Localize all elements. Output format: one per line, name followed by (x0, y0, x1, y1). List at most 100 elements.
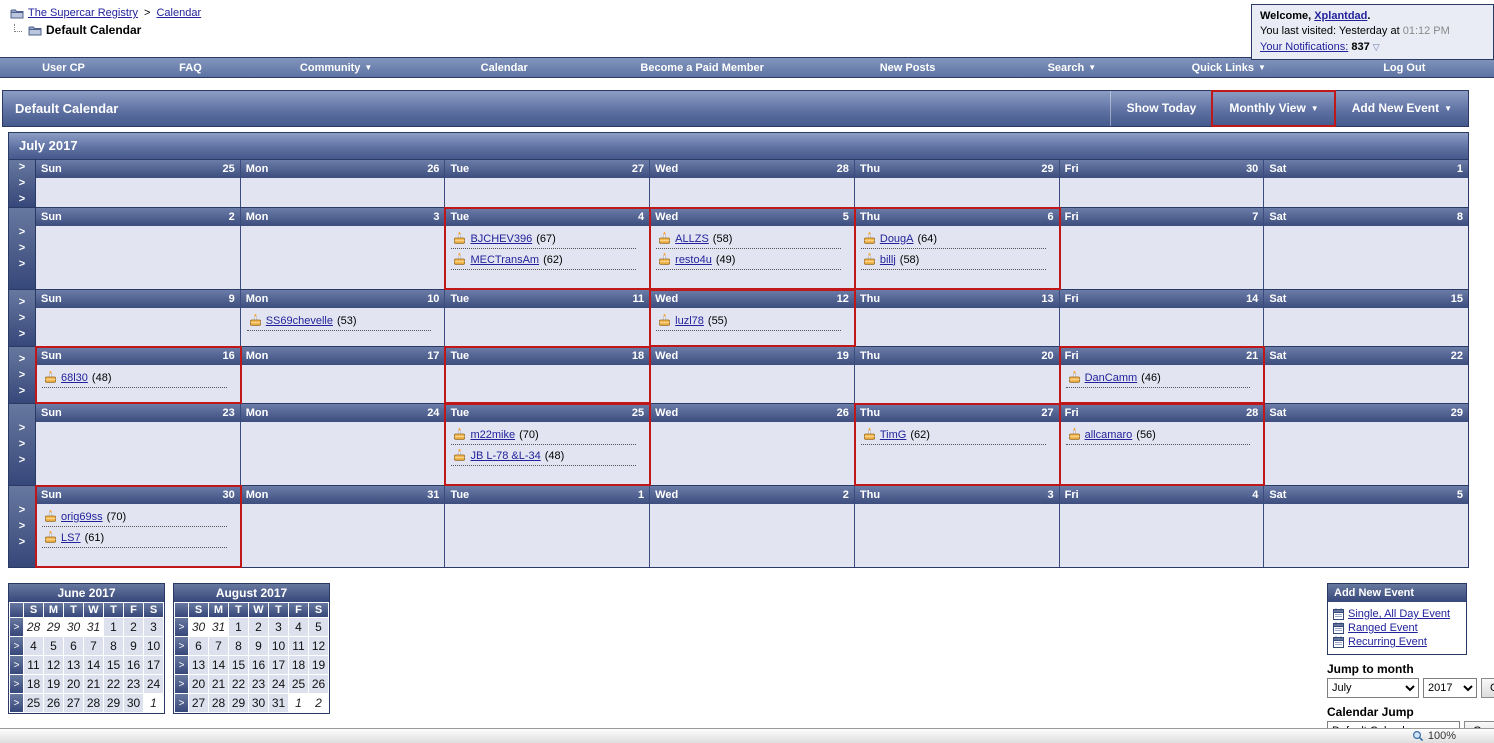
birthday-user-link[interactable]: luzl78 (675, 315, 704, 327)
nav-item-community[interactable]: Community▼ (254, 58, 418, 77)
day-cell-thu-27[interactable]: Thu27TimG(62) (855, 404, 1060, 485)
day-cell-sun-30[interactable]: Sun30orig69ss(70)LS7(61) (36, 486, 241, 567)
day-cell-sun-9[interactable]: Sun9 (36, 290, 241, 346)
day-cell-tue-1[interactable]: Tue1 (445, 486, 650, 567)
day-cell-thu-29[interactable]: Thu29 (855, 160, 1060, 207)
mini-week-view-link[interactable]: > (175, 694, 188, 712)
mini-week-view-link[interactable]: > (10, 637, 23, 655)
notifications-link[interactable]: Your Notifications: (1260, 41, 1348, 53)
day-cell-wed-28[interactable]: Wed28 (650, 160, 855, 207)
breadcrumb-root-link[interactable]: The Supercar Registry (28, 7, 138, 19)
birthday-user-link[interactable]: 68l30 (61, 372, 88, 384)
birthday-user-link[interactable]: orig69ss (61, 511, 103, 523)
day-cell-sun-2[interactable]: Sun2 (36, 208, 241, 289)
day-cell-fri-30[interactable]: Fri30 (1060, 160, 1265, 207)
monthly-view-button[interactable]: Monthly View▼ (1212, 91, 1334, 126)
mini-week-view-link[interactable]: > (10, 618, 23, 636)
week-view-link[interactable]: > (19, 521, 25, 532)
week-view-link[interactable]: > (19, 194, 25, 205)
day-cell-mon-3[interactable]: Mon3 (241, 208, 446, 289)
nav-item-log-out[interactable]: Log Out (1315, 58, 1494, 77)
day-cell-sun-23[interactable]: Sun23 (36, 404, 241, 485)
day-cell-fri-28[interactable]: Fri28allcamaro(56) (1060, 404, 1265, 485)
single-all-day-event-link[interactable]: Single, All Day Event (1348, 608, 1450, 620)
recurring-event-link[interactable]: Recurring Event (1348, 636, 1427, 648)
mini-week-view-link[interactable]: > (175, 618, 188, 636)
day-cell-tue-4[interactable]: Tue4BJCHEV396(67)MECTransAm(62) (445, 208, 650, 289)
day-cell-fri-7[interactable]: Fri7 (1060, 208, 1265, 289)
mini-week-view-link[interactable]: > (175, 675, 188, 693)
mini-calendar-title[interactable]: August 2017 (174, 584, 329, 602)
birthday-user-link[interactable]: MECTransAm (470, 254, 539, 266)
birthday-user-link[interactable]: SS69chevelle (266, 315, 333, 327)
birthday-user-link[interactable]: m22mike (470, 429, 515, 441)
week-view-link[interactable]: > (19, 537, 25, 548)
add-new-event-button[interactable]: Add New Event▼ (1335, 91, 1468, 126)
day-cell-sat-29[interactable]: Sat29 (1264, 404, 1468, 485)
week-view-link[interactable]: > (19, 354, 25, 365)
day-cell-wed-12[interactable]: Wed12luzl78(55) (650, 290, 855, 346)
day-cell-sun-25[interactable]: Sun25 (36, 160, 241, 207)
week-view-link[interactable]: > (19, 297, 25, 308)
day-cell-mon-10[interactable]: Mon10SS69chevelle(53) (241, 290, 446, 346)
week-view-link[interactable]: > (19, 178, 25, 189)
jump-year-select[interactable]: 2017 (1423, 678, 1477, 698)
week-view-link[interactable]: > (19, 455, 25, 466)
day-cell-fri-4[interactable]: Fri4 (1060, 486, 1265, 567)
birthday-user-link[interactable]: BJCHEV396 (470, 233, 532, 245)
week-view-link[interactable]: > (19, 439, 25, 450)
week-view-link[interactable]: > (19, 505, 25, 516)
mini-week-view-link[interactable]: > (175, 656, 188, 674)
day-cell-mon-31[interactable]: Mon31 (241, 486, 446, 567)
show-today-button[interactable]: Show Today (1110, 91, 1213, 126)
week-view-link[interactable]: > (19, 243, 25, 254)
nav-item-faq[interactable]: FAQ (127, 58, 254, 77)
nav-item-new-posts[interactable]: New Posts (814, 58, 1001, 77)
week-view-link[interactable]: > (19, 423, 25, 434)
day-cell-tue-27[interactable]: Tue27 (445, 160, 650, 207)
day-cell-tue-25[interactable]: Tue25m22mike(70)JB L-78 &L-34(48) (445, 404, 650, 485)
day-cell-thu-6[interactable]: Thu6DougA(64)billj(58) (855, 208, 1060, 289)
day-cell-sat-5[interactable]: Sat5 (1264, 486, 1468, 567)
day-cell-mon-26[interactable]: Mon26 (241, 160, 446, 207)
week-view-link[interactable]: > (19, 162, 25, 173)
day-cell-sun-16[interactable]: Sun1668l30(48) (36, 347, 241, 403)
day-cell-tue-18[interactable]: Tue18 (445, 347, 650, 403)
day-cell-thu-13[interactable]: Thu13 (855, 290, 1060, 346)
birthday-user-link[interactable]: allcamaro (1085, 429, 1133, 441)
birthday-user-link[interactable]: DanCamm (1085, 372, 1138, 384)
zoom-level[interactable]: 100% (1428, 730, 1456, 742)
week-view-link[interactable]: > (19, 313, 25, 324)
birthday-user-link[interactable]: JB L-78 &L-34 (470, 450, 540, 462)
day-cell-wed-2[interactable]: Wed2 (650, 486, 855, 567)
mini-week-view-link[interactable]: > (175, 637, 188, 655)
ranged-event-link[interactable]: Ranged Event (1348, 622, 1418, 634)
day-cell-sat-1[interactable]: Sat1 (1264, 160, 1468, 207)
birthday-user-link[interactable]: TimG (880, 429, 906, 441)
mini-week-view-link[interactable]: > (10, 694, 23, 712)
day-cell-tue-11[interactable]: Tue11 (445, 290, 650, 346)
birthday-user-link[interactable]: DougA (880, 233, 914, 245)
day-cell-fri-14[interactable]: Fri14 (1060, 290, 1265, 346)
jump-month-select[interactable]: July (1327, 678, 1419, 698)
day-cell-mon-24[interactable]: Mon24 (241, 404, 446, 485)
week-view-link[interactable]: > (19, 329, 25, 340)
zoom-magnifier-icon[interactable] (1412, 730, 1424, 742)
mini-calendar-title[interactable]: June 2017 (9, 584, 164, 602)
birthday-user-link[interactable]: ALLZS (675, 233, 709, 245)
day-cell-fri-21[interactable]: Fri21DanCamm(46) (1060, 347, 1265, 403)
week-view-link[interactable]: > (19, 370, 25, 381)
jump-month-go-button[interactable]: Go (1481, 678, 1494, 698)
day-cell-wed-5[interactable]: Wed5ALLZS(58)resto4u(49) (650, 208, 855, 289)
day-cell-sat-15[interactable]: Sat15 (1264, 290, 1468, 346)
username-link[interactable]: Xplantdad (1314, 10, 1367, 22)
week-view-link[interactable]: > (19, 386, 25, 397)
day-cell-thu-3[interactable]: Thu3 (855, 486, 1060, 567)
birthday-user-link[interactable]: resto4u (675, 254, 712, 266)
week-view-link[interactable]: > (19, 227, 25, 238)
day-cell-sat-8[interactable]: Sat8 (1264, 208, 1468, 289)
mini-week-view-link[interactable]: > (10, 656, 23, 674)
notifications-dropdown-icon[interactable]: ▽ (1373, 42, 1380, 52)
week-view-link[interactable]: > (19, 259, 25, 270)
nav-item-quick-links[interactable]: Quick Links▼ (1143, 58, 1315, 77)
